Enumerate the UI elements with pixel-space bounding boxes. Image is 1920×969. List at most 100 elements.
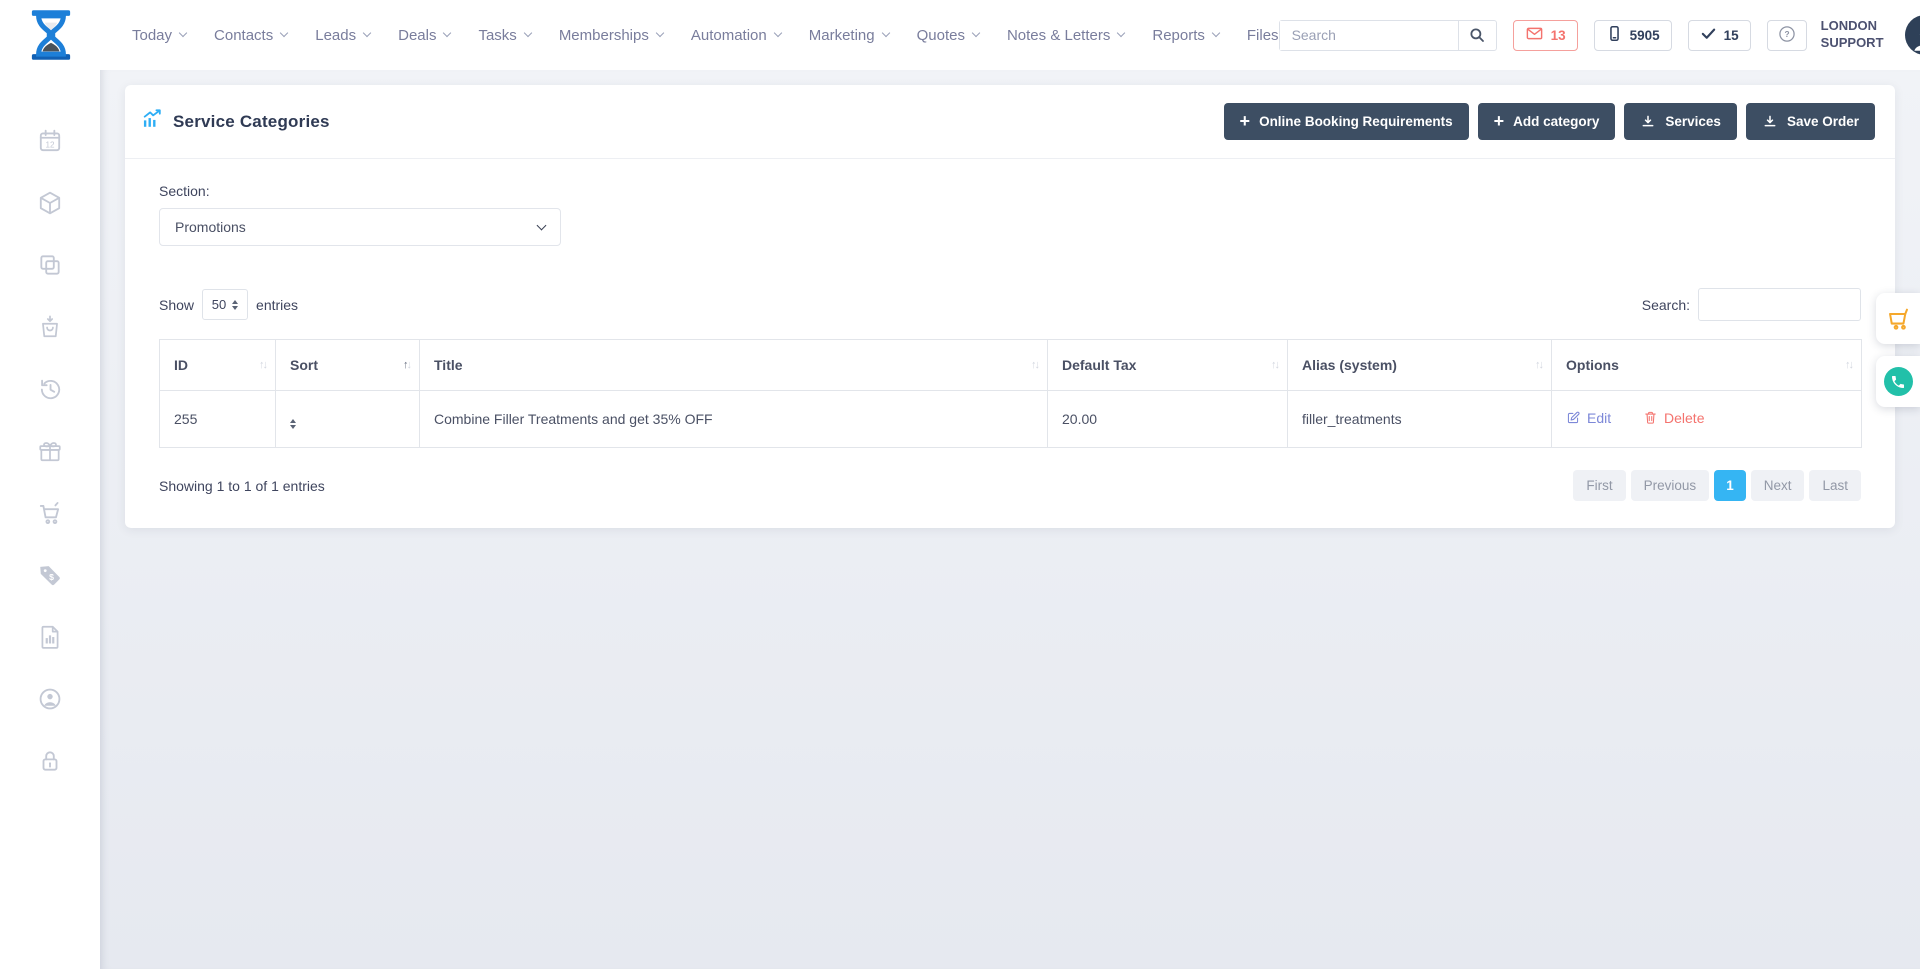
services-button[interactable]: Services xyxy=(1624,103,1737,140)
mail-badge[interactable]: 13 xyxy=(1513,20,1578,51)
column-header-options[interactable]: Options ↑↓ xyxy=(1552,340,1862,391)
cart-icon xyxy=(37,500,63,526)
app-logo-hourglass-icon[interactable] xyxy=(24,8,78,62)
nav-label: Reports xyxy=(1152,27,1205,44)
question-circle-icon: ? xyxy=(1777,24,1797,47)
delete-label: Delete xyxy=(1664,410,1704,426)
column-label: Default Tax xyxy=(1062,357,1136,373)
chevron-down-icon xyxy=(443,29,451,37)
section-select[interactable]: Promotions xyxy=(159,208,561,246)
sidebar-item-products[interactable] xyxy=(37,190,63,216)
nav-label: Files xyxy=(1247,27,1279,44)
sort-arrows-icon: ↑↓ xyxy=(1271,359,1278,371)
button-label: Add category xyxy=(1513,114,1599,129)
calendar-icon: 12 xyxy=(37,128,63,154)
sidebar-item-history[interactable] xyxy=(37,376,63,402)
pagination-first-button[interactable]: First xyxy=(1573,470,1625,501)
nav-item-reports[interactable]: Reports xyxy=(1152,27,1219,44)
column-header-id[interactable]: ID ↑↓ xyxy=(160,340,276,391)
nav-item-automation[interactable]: Automation xyxy=(691,27,781,44)
sidebar-item-duplicates[interactable] xyxy=(37,252,63,278)
tasks-badge[interactable]: 15 xyxy=(1688,20,1751,51)
online-booking-requirements-button[interactable]: + Online Booking Requirements xyxy=(1224,103,1469,140)
checkmark-icon xyxy=(1700,25,1717,45)
sort-arrows-icon: ↑↓ xyxy=(259,359,266,371)
download-icon xyxy=(1640,114,1656,130)
search-icon[interactable] xyxy=(1458,21,1496,50)
edit-label: Edit xyxy=(1587,410,1611,426)
chevron-down-icon xyxy=(280,29,288,37)
sidebar-item-reports[interactable] xyxy=(37,624,63,650)
svg-text:12: 12 xyxy=(45,140,55,149)
nav-item-today[interactable]: Today xyxy=(132,27,186,44)
entries-label: entries xyxy=(256,297,298,313)
nav-item-leads[interactable]: Leads xyxy=(315,27,370,44)
cell-alias: filler_treatments xyxy=(1288,391,1552,448)
cell-sort xyxy=(276,391,420,448)
table-row: 255 Combine Filler Treatments and get 35… xyxy=(160,391,1862,448)
shopping-bag-icon xyxy=(37,314,63,340)
pagination-next-button[interactable]: Next xyxy=(1751,470,1805,501)
global-search-input[interactable] xyxy=(1280,21,1458,50)
service-categories-card: Service Categories + Online Booking Requ… xyxy=(125,85,1895,528)
nav-item-quotes[interactable]: Quotes xyxy=(917,27,979,44)
main-nav: Today Contacts Leads Deals Tasks Members… xyxy=(132,27,1279,44)
page-length-select[interactable]: 50 xyxy=(202,289,248,320)
nav-item-contacts[interactable]: Contacts xyxy=(214,27,287,44)
history-icon xyxy=(37,376,63,402)
table-search-input[interactable] xyxy=(1698,288,1861,321)
delete-link[interactable]: Delete xyxy=(1643,410,1704,426)
column-label: Sort xyxy=(290,357,318,373)
nav-label: Quotes xyxy=(917,27,965,44)
nav-item-files[interactable]: Files xyxy=(1247,27,1279,44)
column-header-default-tax[interactable]: Default Tax ↑↓ xyxy=(1048,340,1288,391)
pagination-previous-button[interactable]: Previous xyxy=(1631,470,1710,501)
button-label: Online Booking Requirements xyxy=(1259,114,1453,129)
sidebar-item-calendar[interactable]: 12 xyxy=(37,128,63,154)
phone-extension: 5905 xyxy=(1630,28,1660,43)
help-badge[interactable]: ? xyxy=(1767,20,1807,51)
sidebar-item-gift[interactable] xyxy=(37,438,63,464)
table-search-label: Search: xyxy=(1642,297,1690,313)
pagination-last-button[interactable]: Last xyxy=(1809,470,1861,501)
cart-float-button[interactable] xyxy=(1876,293,1920,344)
column-header-alias[interactable]: Alias (system) ↑↓ xyxy=(1288,340,1552,391)
column-label: Alias (system) xyxy=(1302,357,1397,373)
sidebar-item-security[interactable] xyxy=(37,748,63,774)
sidebar-item-cart[interactable] xyxy=(37,500,63,526)
pagination: First Previous 1 Next Last xyxy=(1573,470,1861,501)
sidebar-item-account[interactable] xyxy=(37,686,63,712)
sort-arrows-icon: ↑↓ xyxy=(1845,359,1852,371)
pagination-page-1-button[interactable]: 1 xyxy=(1714,470,1746,501)
nav-label: Automation xyxy=(691,27,767,44)
column-label: Title xyxy=(434,357,463,373)
nav-item-deals[interactable]: Deals xyxy=(398,27,450,44)
phone-extension-badge[interactable]: 5905 xyxy=(1594,20,1672,51)
nav-item-memberships[interactable]: Memberships xyxy=(559,27,663,44)
nav-label: Tasks xyxy=(478,27,516,44)
page-title: Service Categories xyxy=(173,112,330,132)
edit-link[interactable]: Edit xyxy=(1566,410,1611,426)
add-category-button[interactable]: + Add category xyxy=(1478,103,1616,140)
button-label: Services xyxy=(1665,114,1721,129)
column-header-sort[interactable]: Sort ↑↓ xyxy=(276,340,420,391)
chevron-down-icon xyxy=(524,29,532,37)
save-order-button[interactable]: Save Order xyxy=(1746,103,1875,140)
chevron-down-icon xyxy=(179,29,187,37)
nav-item-marketing[interactable]: Marketing xyxy=(809,27,889,44)
nav-item-tasks[interactable]: Tasks xyxy=(478,27,530,44)
account-icon xyxy=(37,686,63,712)
whatsapp-float-button[interactable] xyxy=(1876,356,1920,407)
nav-item-notes-letters[interactable]: Notes & Letters xyxy=(1007,27,1124,44)
chevron-down-icon xyxy=(1117,29,1125,37)
sidebar-item-pricing[interactable]: $ xyxy=(37,562,63,588)
avatar[interactable] xyxy=(1905,15,1920,55)
plus-icon: + xyxy=(1494,112,1505,130)
sidebar-item-orders[interactable] xyxy=(37,314,63,340)
section-selected-value: Promotions xyxy=(175,219,246,235)
content-area: Service Categories + Online Booking Requ… xyxy=(100,70,1920,969)
drag-sort-handle-icon[interactable] xyxy=(290,419,296,429)
show-label: Show xyxy=(159,297,194,313)
edit-pencil-icon xyxy=(1566,410,1581,425)
column-header-title[interactable]: Title ↑↓ xyxy=(420,340,1048,391)
